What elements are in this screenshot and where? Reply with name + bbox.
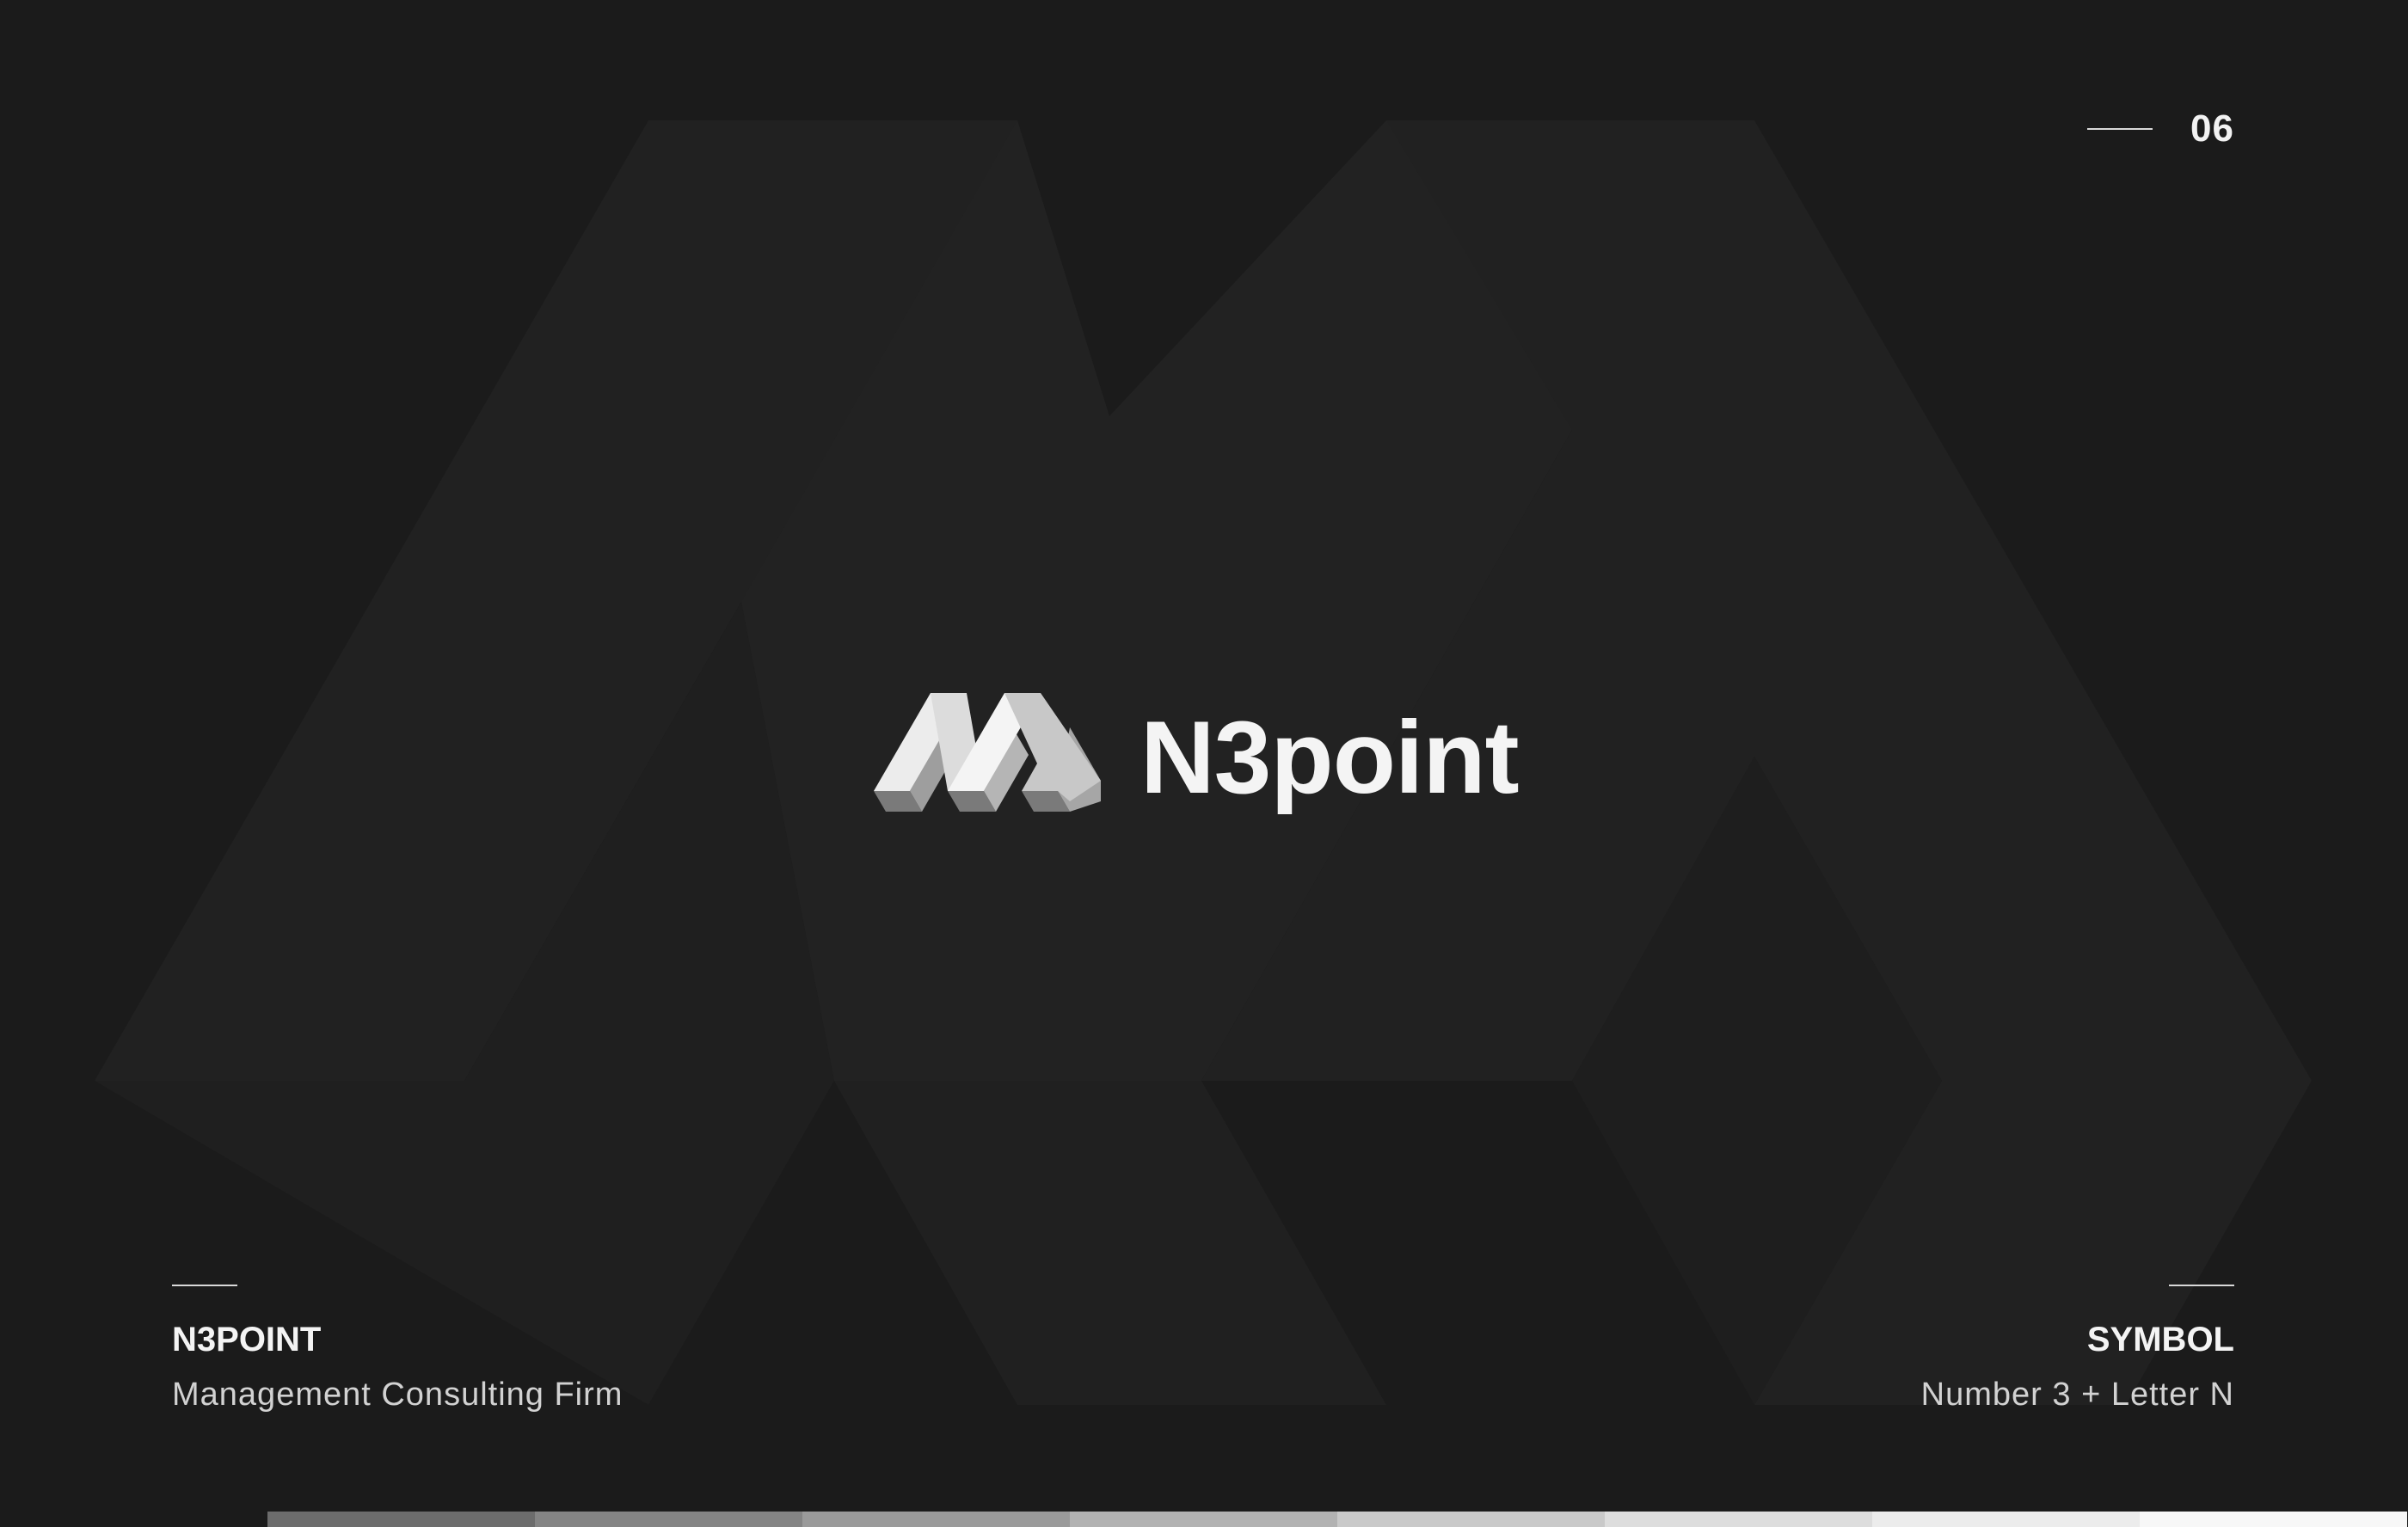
divider-line (172, 1285, 237, 1286)
brand-wordmark: N3point (1140, 700, 1520, 815)
divider-line (2169, 1285, 2234, 1286)
section-title: SYMBOL (2086, 1321, 2234, 1358)
section-description: Number 3 + Letter N (1920, 1377, 2234, 1413)
color-swatch (1070, 1512, 1337, 1527)
brand-description: Management Consulting Firm (172, 1377, 624, 1413)
page-number: 06 (2190, 107, 2234, 150)
color-swatch (1872, 1512, 2140, 1527)
color-swatch (1337, 1512, 1605, 1527)
logo-lockup: N3point (874, 693, 1520, 831)
caption-left: N3POINT Management Consulting Firm (172, 1285, 623, 1415)
color-swatch (802, 1512, 1070, 1527)
caption-right: SYMBOL Number 3 + Letter N (1921, 1285, 2234, 1415)
brand-name: N3POINT (172, 1321, 322, 1358)
color-swatch (535, 1512, 802, 1527)
divider-line (2087, 128, 2153, 130)
page-number-block: 06 (2087, 107, 2234, 151)
n3-symbol-icon (874, 693, 1101, 812)
palette-strip (267, 1512, 2407, 1527)
color-swatch (267, 1512, 535, 1527)
color-swatch (1605, 1512, 1872, 1527)
color-swatch (2140, 1512, 2407, 1527)
bg-middle-lower (834, 1081, 1386, 1405)
